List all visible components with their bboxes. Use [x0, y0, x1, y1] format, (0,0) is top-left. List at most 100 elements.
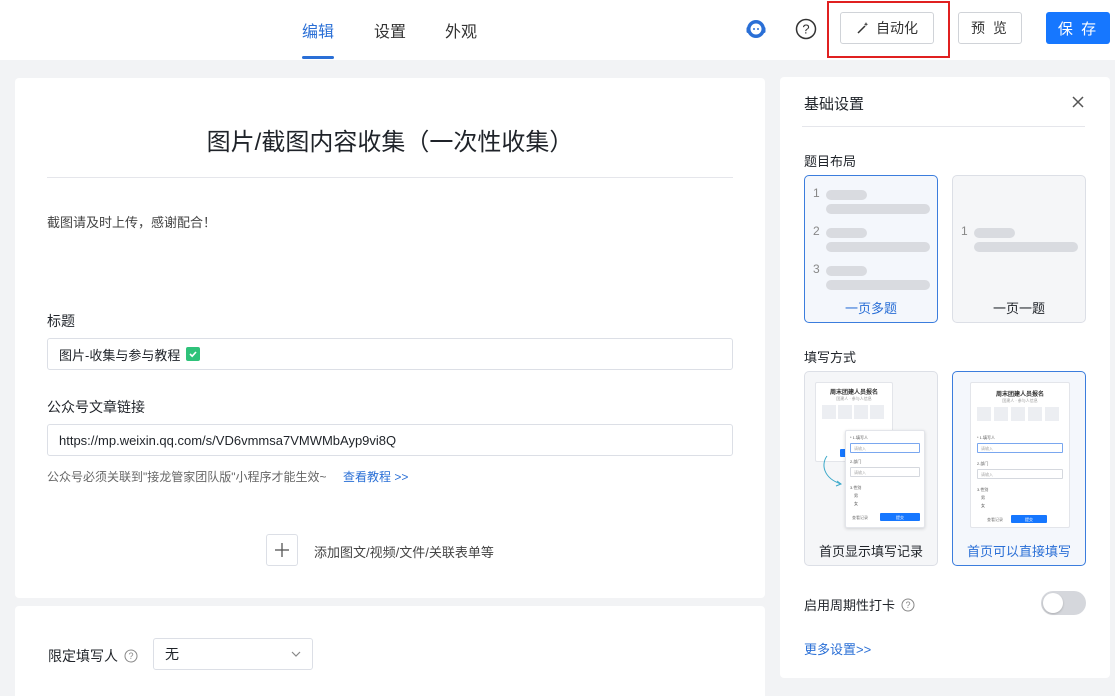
fill-mode-label: 填写方式 — [804, 350, 857, 365]
periodic-checkin-toggle[interactable] — [1041, 591, 1086, 615]
limit-filler-value: 无 — [165, 646, 179, 662]
layout-option-label: 一页多题 — [844, 301, 897, 316]
layout-number: 3 — [813, 262, 820, 276]
mini-q2: 2.部门 — [850, 459, 862, 464]
fill-option-label: 首页显示填写记录 — [818, 544, 923, 559]
mini-q2: 2.部门 — [977, 461, 989, 466]
svg-text:?: ? — [128, 651, 133, 661]
mini-btn-primary: 提交 — [1025, 517, 1033, 522]
form-editor-card: 图片/截图内容收集（一次性收集） 截图请及时上传，感谢配合！ 标题 图片-收集与… — [15, 78, 765, 598]
layout-option-single[interactable]: 1 一页一题 — [952, 175, 1086, 323]
layout-number: 1 — [813, 186, 820, 200]
mini-opt-b: 女 — [981, 503, 985, 508]
mini-opt-a: 男 — [981, 495, 985, 500]
mini-cell — [838, 405, 852, 419]
placeholder-bar — [974, 228, 1015, 238]
mini-form-title: 周末团建人员报名 — [829, 390, 878, 396]
svg-text:?: ? — [802, 22, 809, 37]
limit-filler-text: 限定填写人 — [48, 648, 118, 664]
info-icon[interactable]: ? — [901, 598, 915, 612]
periodic-checkin-text: 启用周期性打卡 — [804, 598, 896, 613]
mini-btn-secondary: 查看记录 — [852, 515, 868, 520]
arrow-icon — [823, 455, 843, 487]
form-description[interactable]: 截图请及时上传，感谢配合！ — [47, 212, 216, 231]
close-icon[interactable] — [1070, 94, 1086, 110]
add-content-label[interactable]: 添加图文/视频/文件/关联表单等 — [314, 542, 494, 561]
fill-option-direct[interactable]: 周末团建人员报名 团建人 · 参与人信息 * 1.填写人 请输入 2.部门 请输… — [952, 371, 1086, 566]
preview-button[interactable]: 预 览 — [958, 12, 1022, 44]
article-link-input[interactable]: https://mp.weixin.qq.com/s/VD6vmmsa7VMWM… — [47, 424, 733, 456]
layout-number: 2 — [813, 224, 820, 238]
save-button[interactable]: 保 存 — [1046, 12, 1110, 44]
mini-q3: 3.性别 — [850, 485, 862, 490]
plus-icon — [275, 543, 289, 557]
title-divider — [47, 177, 733, 178]
check-icon — [186, 347, 201, 361]
placeholder-bar — [826, 280, 930, 290]
placeholder-bar — [826, 204, 930, 214]
more-settings-link[interactable]: 更多设置>> — [804, 639, 871, 658]
periodic-checkin-label: 启用周期性打卡 ? — [804, 595, 915, 614]
mini-cell — [870, 405, 884, 419]
basic-settings-panel: 基础设置 题目布局 1 2 3 一页多题 1 一页一题 填写方式 周末团建人员报… — [780, 77, 1110, 678]
mini-q1-hint: 请输入 — [854, 446, 866, 451]
limit-filler-select[interactable]: 无 — [153, 638, 313, 670]
mini-form-title: 周末团建人员报名 — [995, 392, 1044, 398]
layout-option-multi[interactable]: 1 2 3 一页多题 — [804, 175, 938, 323]
mini-form: 周末团建人员报名 团建人 · 参与人信息 * 1.填写人 请输入 2.部门 请输… — [970, 382, 1070, 528]
placeholder-bar — [826, 228, 867, 238]
add-content-button[interactable] — [266, 534, 298, 566]
mini-q2-hint: 请输入 — [981, 472, 993, 477]
mini-cell — [1011, 407, 1025, 421]
mini-opt-b: 女 — [854, 501, 858, 506]
fill-option-show-records[interactable]: 周末团建人员报名 团建人 · 参与人信息 * 1.填写人 请输入 2.部门 请输… — [804, 371, 938, 566]
magic-wand-icon — [857, 22, 869, 34]
mini-form-subtitle: 团建人 · 参与人信息 — [1002, 398, 1038, 403]
toggle-knob — [1043, 593, 1063, 613]
placeholder-bar — [974, 242, 1078, 252]
mini-cell — [1028, 407, 1042, 421]
mini-q1: * 1.填写人 — [977, 435, 996, 440]
placeholder-bar — [826, 190, 867, 200]
article-link-hint: 公众号必须关联到"接龙管家团队版"小程序才能生效~ — [47, 470, 327, 484]
customer-service-icon[interactable] — [743, 16, 769, 42]
mini-cell — [994, 407, 1008, 421]
mini-cell — [977, 407, 991, 421]
tab-settings[interactable]: 设置 — [374, 18, 406, 42]
mini-cell — [1045, 407, 1059, 421]
placeholder-bar — [826, 266, 867, 276]
help-icon[interactable]: ? — [793, 16, 819, 42]
panel-title: 基础设置 — [804, 96, 865, 113]
mini-form-subtitle: 团建人 · 参与人信息 — [836, 396, 872, 401]
mini-opt-a: 男 — [854, 493, 858, 498]
mini-q1: * 1.填写人 — [850, 435, 869, 440]
panel-divider — [802, 126, 1085, 127]
top-bar: 编辑 设置 外观 ? 自动化 预 览 保 存 — [0, 0, 1115, 60]
layout-number: 1 — [961, 224, 968, 238]
article-link-value: https://mp.weixin.qq.com/s/VD6vmmsa7VMWM… — [59, 432, 397, 448]
mini-form-front: * 1.填写人 请输入 2.部门 请输入 3.性别 男 女 查看记录 提交 — [845, 430, 925, 528]
mini-q2-hint: 请输入 — [854, 470, 866, 475]
automation-button[interactable]: 自动化 — [840, 12, 934, 44]
title-field-value: 图片-收集与参与教程 — [59, 347, 181, 363]
tab-edit[interactable]: 编辑 — [302, 18, 334, 42]
info-icon[interactable]: ? — [124, 649, 138, 663]
tab-appearance[interactable]: 外观 — [445, 18, 477, 42]
active-tab-indicator — [302, 56, 334, 59]
form-title[interactable]: 图片/截图内容收集（一次性收集） — [15, 122, 765, 157]
title-field-label: 标题 — [47, 313, 75, 329]
fill-option-label: 首页可以直接填写 — [966, 544, 1071, 559]
mini-cell — [854, 405, 868, 419]
mini-cell — [822, 405, 836, 419]
title-field-input[interactable]: 图片-收集与参与教程 — [47, 338, 733, 370]
limit-filler-label: 限定填写人 ? — [48, 646, 138, 666]
mini-q1-hint: 请输入 — [981, 446, 993, 451]
mini-btn-primary: 提交 — [896, 515, 904, 520]
mini-btn-secondary: 查看记录 — [987, 517, 1003, 522]
placeholder-bar — [826, 242, 930, 252]
article-link-label: 公众号文章链接 — [47, 399, 145, 415]
chevron-down-icon — [291, 651, 301, 657]
restriction-card: 限定填写人 ? 无 — [15, 606, 765, 696]
svg-text:?: ? — [906, 600, 911, 610]
view-tutorial-link[interactable]: 查看教程 >> — [343, 468, 408, 485]
